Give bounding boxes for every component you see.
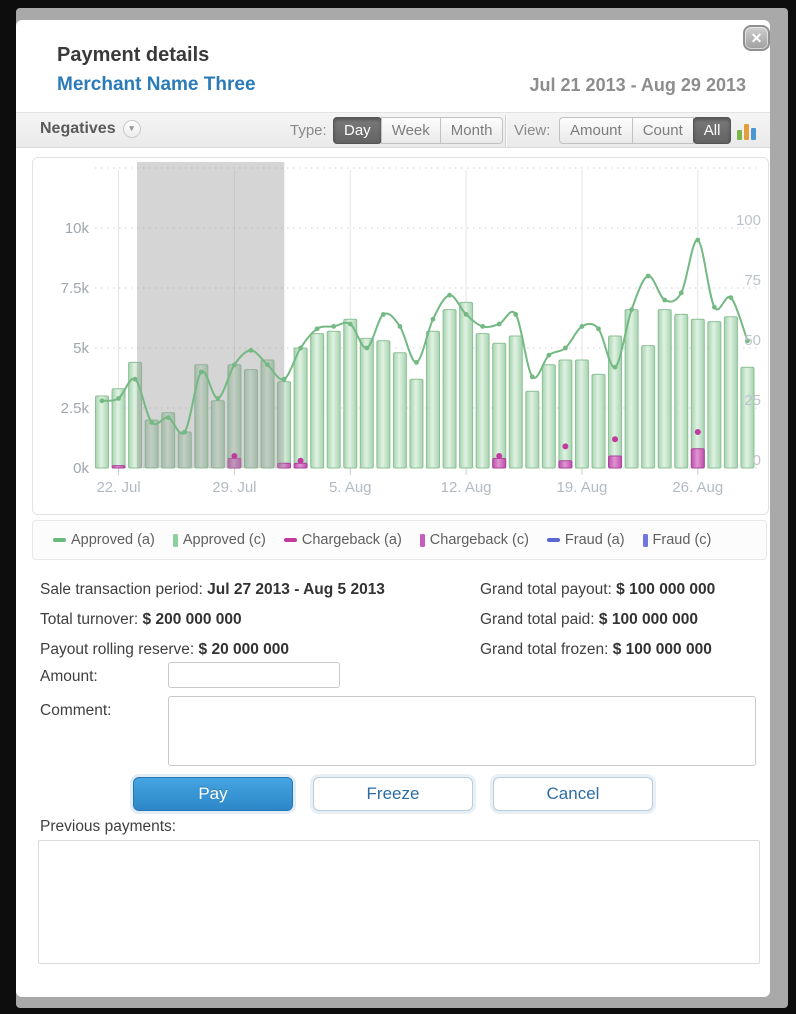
summary-left-column: Sale transaction period: Jul 27 2013 - A… (40, 575, 385, 665)
svg-text:22. Jul: 22. Jul (96, 479, 140, 496)
summary-row: Grand total payout: $ 100 000 000 (480, 575, 715, 605)
legend-marker-dash-icon (284, 538, 297, 542)
type-segmented-control: DayWeekMonth (333, 117, 503, 144)
svg-text:0k: 0k (73, 460, 89, 477)
legend-item: Chargeback (c) (420, 532, 529, 548)
legend-item: Chargeback (a) (284, 532, 402, 548)
bar-chart-icon[interactable] (737, 121, 761, 140)
date-range: Jul 21 2013 - Aug 29 2013 (530, 75, 746, 96)
legend-item: Approved (c) (173, 532, 266, 548)
legend-label: Approved (a) (71, 532, 155, 548)
svg-text:26. Aug: 26. Aug (672, 479, 723, 496)
page-title: Payment details (57, 44, 209, 67)
close-button[interactable]: ✕ (743, 25, 770, 51)
legend-item: Fraud (c) (643, 532, 712, 548)
legend-marker-dash-icon (547, 538, 560, 542)
cancel-button[interactable]: Cancel (493, 777, 653, 811)
chart-toolbar: Negatives ▾ Type: DayWeekMonth View: Amou… (16, 112, 770, 148)
bar-chart-icon-bar (751, 128, 756, 140)
summary-value: $ 100 000 000 (616, 581, 715, 598)
chart-panel: 0k 2.5k 5k 7.5k 10k 0 25 50 75 100 22. Jul 29. Jul 5… (32, 157, 769, 515)
comment-label: Comment: (40, 702, 112, 720)
svg-text:100: 100 (736, 212, 761, 229)
svg-text:12. Aug: 12. Aug (441, 479, 492, 496)
negatives-dropdown[interactable]: Negatives ▾ (40, 120, 141, 138)
bar-chart-icon-bar (744, 124, 749, 140)
legend-label: Approved (c) (183, 532, 266, 548)
comment-textarea[interactable] (168, 696, 756, 766)
svg-text:29. Jul: 29. Jul (212, 479, 256, 496)
payment-details-dialog: ✕ Payment details Merchant Name Three Ju… (16, 20, 770, 997)
svg-text:5k: 5k (73, 340, 89, 357)
type-option-week[interactable]: Week (381, 117, 441, 144)
summary-label: Grand total payout: (480, 581, 616, 598)
svg-text:75: 75 (744, 272, 761, 289)
previous-payments-box (38, 840, 760, 964)
summary-label: Grand total frozen: (480, 641, 613, 658)
summary-row: Total turnover: $ 200 000 000 (40, 605, 385, 635)
freeze-button[interactable]: Freeze (313, 777, 473, 811)
previous-payments-label: Previous payments: (40, 818, 176, 836)
svg-text:50: 50 (744, 332, 761, 349)
summary-label: Sale transaction period: (40, 581, 207, 598)
legend-label: Chargeback (a) (302, 532, 402, 548)
summary-row: Sale transaction period: Jul 27 2013 - A… (40, 575, 385, 605)
summary-row: Grand total paid: $ 100 000 000 (480, 605, 715, 635)
amount-input[interactable] (168, 662, 340, 688)
view-option-amount[interactable]: Amount (559, 117, 633, 144)
summary-right-column: Grand total payout: $ 100 000 000Grand t… (480, 575, 715, 665)
left-axis-labels: 0k 2.5k 5k 7.5k 10k (61, 220, 90, 477)
x-axis-labels: 22. Jul 29. Jul 5. Aug 12. Aug 19. Aug 26. Au… (96, 479, 723, 496)
svg-text:2.5k: 2.5k (61, 400, 90, 417)
legend-label: Fraud (c) (653, 532, 712, 548)
summary-value: $ 100 000 000 (599, 611, 698, 628)
legend-marker-dash-icon (53, 538, 66, 542)
view-segmented-control: AmountCountAll (559, 117, 731, 144)
merchant-name-link[interactable]: Merchant Name Three (57, 74, 256, 96)
svg-text:10k: 10k (65, 220, 90, 237)
svg-text:19. Aug: 19. Aug (557, 479, 608, 496)
amount-label: Amount: (40, 668, 98, 686)
legend-marker-bar-icon (420, 534, 425, 547)
type-label: Type: (290, 122, 327, 139)
svg-text:25: 25 (744, 392, 761, 409)
summary-value: $ 200 000 000 (143, 611, 242, 628)
summary-value: Jul 27 2013 - Aug 5 2013 (207, 581, 385, 598)
svg-text:0: 0 (753, 452, 761, 469)
type-option-day[interactable]: Day (333, 117, 382, 144)
legend-label: Fraud (a) (565, 532, 625, 548)
close-icon: ✕ (751, 30, 763, 47)
view-label: View: (514, 122, 550, 139)
type-option-month[interactable]: Month (440, 117, 504, 144)
legend-marker-bar-icon (173, 534, 178, 547)
summary-label: Total turnover: (40, 611, 143, 628)
view-option-count[interactable]: Count (632, 117, 694, 144)
legend-item: Approved (a) (53, 532, 155, 548)
svg-text:7.5k: 7.5k (61, 280, 90, 297)
summary-row: Payout rolling reserve: $ 20 000 000 (40, 635, 385, 665)
svg-text:5. Aug: 5. Aug (329, 479, 372, 496)
summary-value: $ 20 000 000 (199, 641, 290, 658)
summary-label: Grand total paid: (480, 611, 599, 628)
toolbar-divider (505, 115, 506, 146)
chart-legend: Approved (a) Approved (c) Chargeback (a) Ch… (32, 520, 767, 560)
chart-canvas[interactable]: 0k 2.5k 5k 7.5k 10k 0 25 50 75 100 22. Jul 29. Jul 5… (33, 158, 766, 512)
negatives-label: Negatives (40, 120, 116, 137)
legend-marker-bar-icon (643, 534, 648, 547)
pay-button[interactable]: Pay (133, 777, 293, 811)
summary-label: Payout rolling reserve: (40, 641, 199, 658)
chevron-down-icon: ▾ (123, 120, 141, 138)
view-option-all[interactable]: All (693, 117, 732, 144)
summary-row: Grand total frozen: $ 100 000 000 (480, 635, 715, 665)
legend-label: Chargeback (c) (430, 532, 529, 548)
legend-item: Fraud (a) (547, 532, 625, 548)
bar-chart-icon-bar (737, 130, 742, 140)
summary-value: $ 100 000 000 (613, 641, 712, 658)
